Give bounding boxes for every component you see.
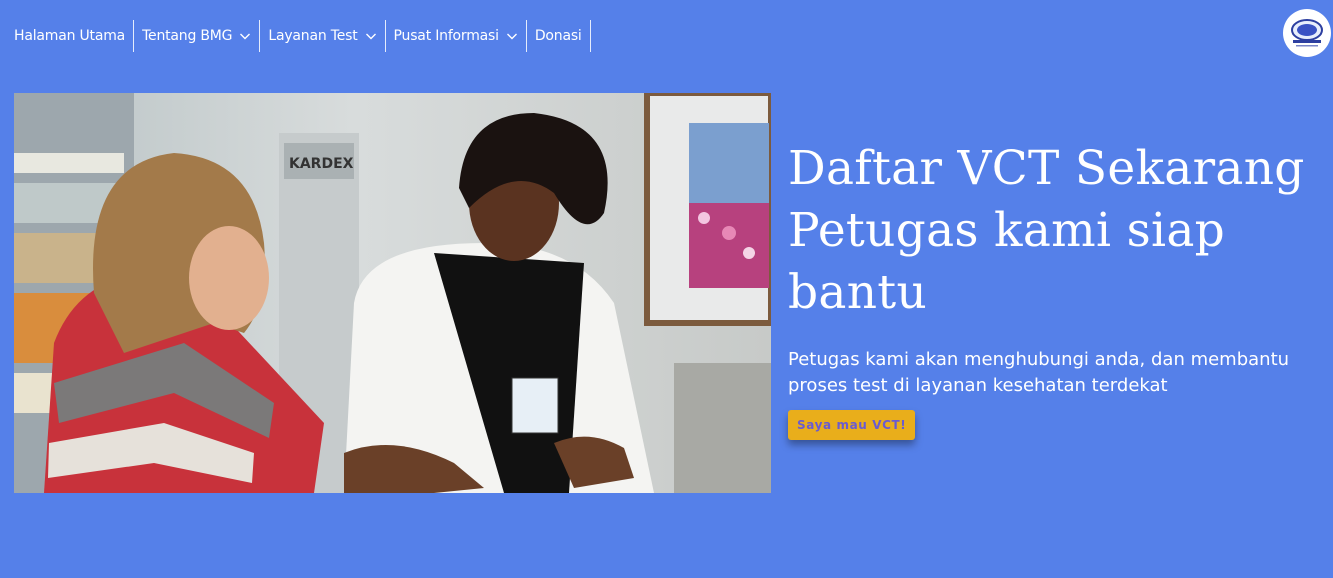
nav-item-tentang-bmg[interactable]: Tentang BMG bbox=[134, 20, 261, 52]
nav-item-donasi[interactable]: Donasi bbox=[527, 20, 591, 52]
hero-content: Daftar VCT Sekarang Petugas kami siap ba… bbox=[788, 138, 1318, 440]
chevron-down-icon bbox=[506, 33, 517, 40]
hero-title: Daftar VCT Sekarang Petugas kami siap ba… bbox=[788, 141, 1305, 320]
nav-item-label: Halaman Utama bbox=[14, 28, 126, 44]
nav-item-label: Tentang BMG bbox=[142, 28, 233, 44]
logo-emblem bbox=[1291, 19, 1323, 47]
nav-item-layanan-test[interactable]: Layanan Test bbox=[260, 20, 386, 52]
nav-item-pusat-informasi[interactable]: Pusat Informasi bbox=[386, 20, 527, 52]
chevron-down-icon bbox=[240, 33, 251, 40]
nav-item-halaman-utama[interactable]: Halaman Utama bbox=[8, 20, 135, 52]
top-navbar: Halaman Utama Tentang BMG Layanan Test P… bbox=[0, 0, 1333, 74]
site-logo[interactable] bbox=[1283, 9, 1331, 57]
nav-item-label: Donasi bbox=[534, 28, 582, 44]
clinic-consultation-illustration: KARDEX bbox=[14, 93, 771, 493]
kardex-sign: KARDEX bbox=[289, 156, 354, 172]
nav-item-label: Pusat Informasi bbox=[393, 28, 499, 44]
hero-photo: KARDEX bbox=[14, 93, 771, 493]
nav-menu: Halaman Utama Tentang BMG Layanan Test P… bbox=[8, 20, 591, 52]
chevron-down-icon bbox=[365, 33, 376, 40]
register-vct-button[interactable]: Saya mau VCT! bbox=[788, 410, 916, 440]
hero-subtitle: Petugas kami akan menghubungi anda, dan … bbox=[788, 349, 1290, 396]
nav-item-label: Layanan Test bbox=[268, 28, 358, 44]
